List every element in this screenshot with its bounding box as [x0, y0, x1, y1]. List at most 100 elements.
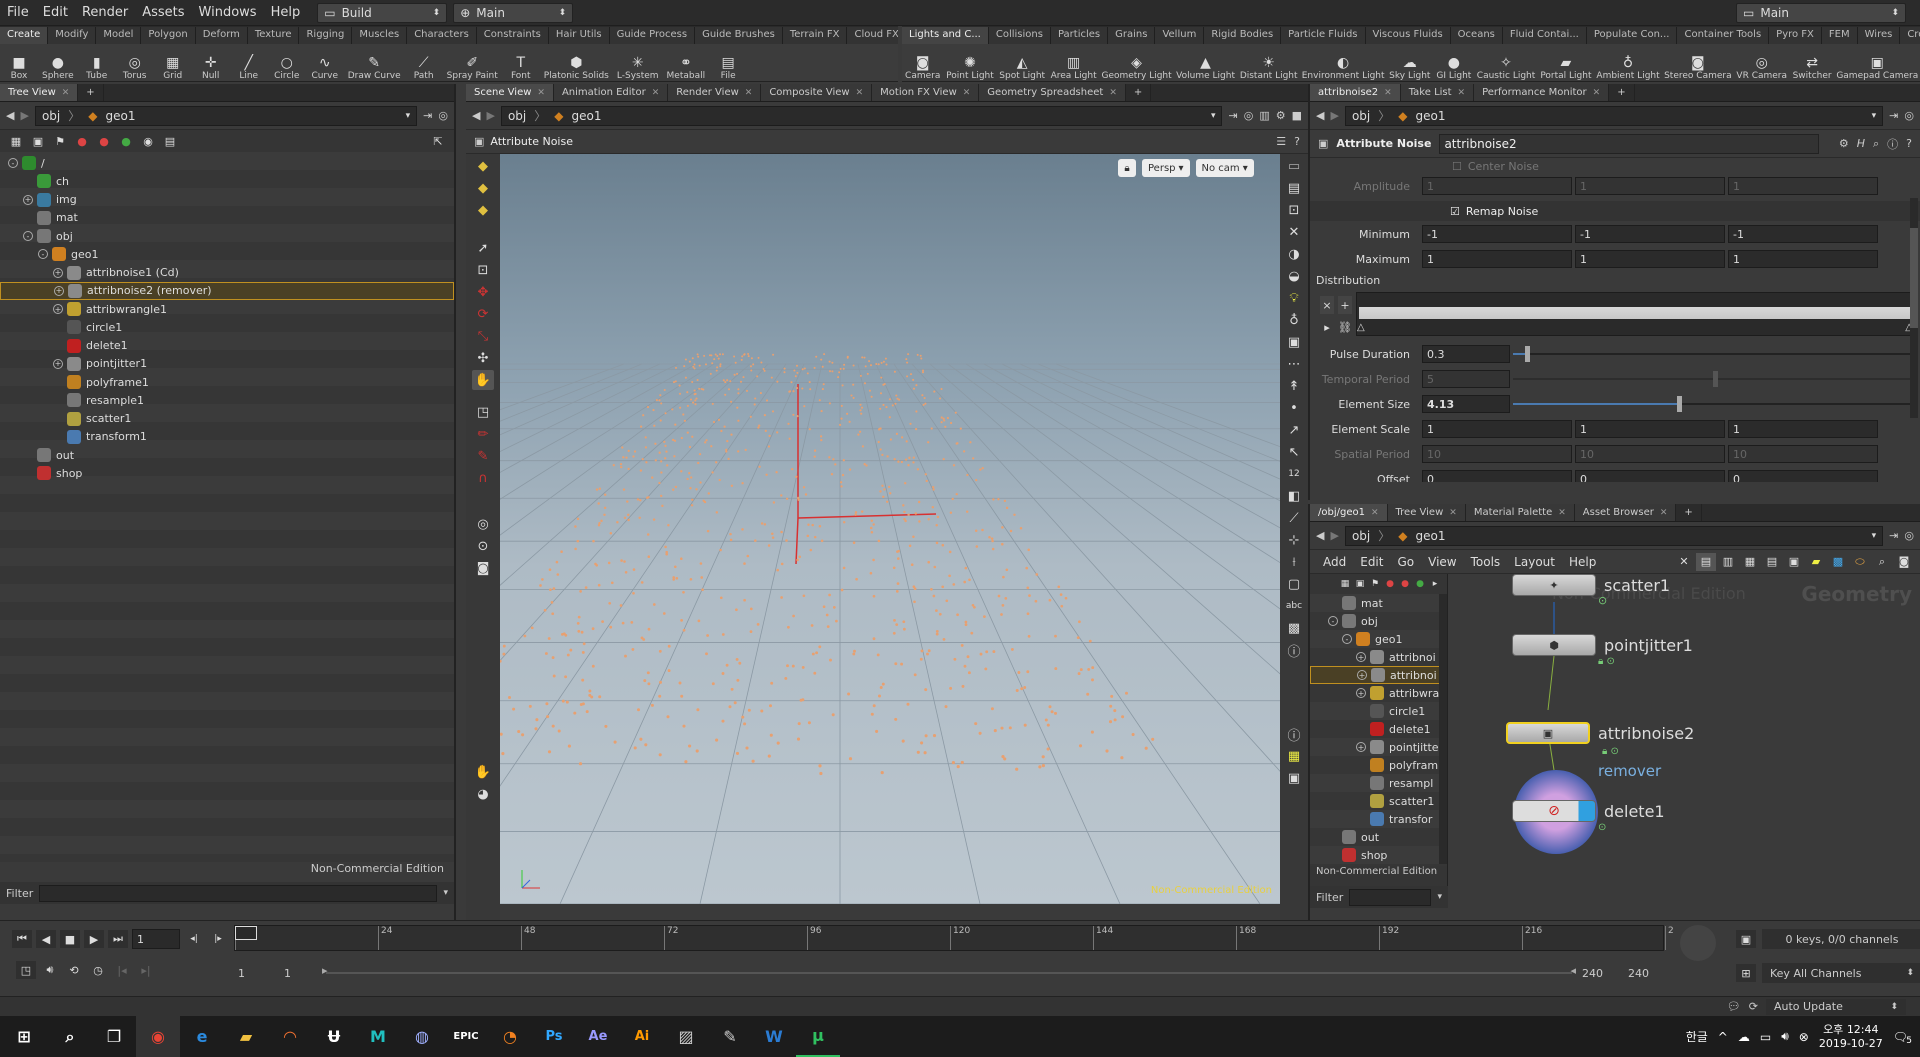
shelf-tab-7[interactable]: Muscles	[352, 27, 408, 44]
wrench-icon[interactable]: ✕	[1674, 553, 1694, 571]
element-scale-x[interactable]: 1	[1422, 420, 1572, 438]
expand-icon[interactable]: +	[54, 285, 64, 296]
slider-handle[interactable]	[1524, 346, 1530, 362]
utorrent-icon[interactable]: µ	[796, 1016, 840, 1057]
tree-item[interactable]: + attribwra	[1310, 684, 1447, 702]
tree-item[interactable]: - geo1	[1310, 630, 1447, 648]
range-start2-field[interactable]: 1	[280, 964, 320, 982]
pane-tab[interactable]: attribnoise2 ✕	[1310, 84, 1401, 101]
tree-item[interactable]: out	[1310, 828, 1447, 846]
offset-x[interactable]: 0	[1422, 470, 1572, 482]
select-tool-icon[interactable]: ◆	[472, 156, 494, 176]
tree-item[interactable]: polyframe1	[0, 373, 454, 391]
node-pointjitter1[interactable]: ⬢ pointjitter1	[1512, 634, 1693, 656]
tree-item[interactable]: transfor	[1310, 810, 1447, 828]
shelf-tab-1[interactable]: Collisions	[988, 27, 1051, 44]
lock-view-icon[interactable]: ⊡	[1283, 200, 1305, 220]
channel-icon[interactable]: ▣	[1736, 930, 1756, 948]
pane-tab[interactable]: Render View ✕	[668, 84, 762, 101]
viewport-path-field[interactable]: obj 〉 ◆ geo1 ▾	[500, 105, 1223, 126]
lock-camera-icon[interactable]: 🔒︎	[1118, 159, 1136, 177]
chevron-down-icon[interactable]: ▾	[1211, 111, 1216, 121]
maximize-icon[interactable]: ■	[1292, 109, 1302, 122]
chevron-up-icon[interactable]: ^	[1718, 1030, 1728, 1044]
dot-icon[interactable]: •	[1283, 398, 1305, 418]
tools-icon[interactable]: ⚙	[1276, 109, 1286, 122]
close-icon[interactable]: ✕	[1384, 88, 1392, 98]
notification-icon[interactable]: 💬︎	[1727, 1000, 1741, 1013]
chevron-down-icon[interactable]: ▾	[1437, 892, 1442, 902]
search-icon[interactable]: ⌕	[1872, 553, 1892, 571]
forward-arrow-icon[interactable]: ▶	[486, 109, 494, 122]
shelf-tab-7[interactable]: Viscous Fluids	[1365, 27, 1451, 44]
mini-tree-scrollbar[interactable]	[1439, 594, 1447, 864]
menu-item-file[interactable]: File	[0, 5, 36, 20]
shelf-tool-switcher[interactable]: ⇄ Switcher	[1790, 44, 1835, 81]
slider-handle[interactable]	[1676, 396, 1682, 412]
volume-icon[interactable]: 🔊︎	[1781, 1029, 1789, 1044]
tree-item[interactable]: + img	[0, 191, 454, 209]
display-options-icon[interactable]: ☰	[1276, 135, 1286, 148]
menu-item-render[interactable]: Render	[75, 5, 135, 20]
shelf-tool-line[interactable]: ╱ Line	[230, 44, 268, 81]
info-icon[interactable]: ⓘ	[1887, 136, 1898, 152]
language-indicator[interactable]: 한글	[1686, 1028, 1708, 1045]
lock-icon[interactable]: ●	[1413, 575, 1427, 593]
hda-icon[interactable]: H	[1857, 137, 1865, 150]
layout-icon[interactable]: ▥	[1259, 109, 1269, 122]
slider-handle[interactable]	[1712, 371, 1718, 387]
tree-view-icon[interactable]: ▥	[1718, 553, 1738, 571]
spatial-period-x[interactable]: 10	[1422, 445, 1572, 463]
word-icon[interactable]: W	[752, 1016, 796, 1057]
refresh-icon[interactable]: ⟳	[1749, 1000, 1758, 1013]
range-start-field[interactable]: 1	[234, 964, 274, 982]
chrome-icon[interactable]: ◉	[136, 1016, 180, 1057]
range-handle-left[interactable]: ▸	[322, 964, 328, 977]
tree-item[interactable]: circle1	[0, 318, 454, 336]
remap-noise-toggle[interactable]: ☑ Remap Noise	[1310, 201, 1920, 221]
sticky-note-icon[interactable]: ▰	[1806, 553, 1826, 571]
close-icon[interactable]: ✕	[745, 88, 753, 98]
tree-item[interactable]: transform1	[0, 428, 454, 446]
pane-tab[interactable]: /obj/geo1 ✕	[1310, 504, 1388, 521]
tree-item[interactable]: mat	[1310, 594, 1447, 612]
shelf-tool-path[interactable]: ⟋ Path	[405, 44, 443, 81]
action-center-icon[interactable]: 🗨︎ 5	[1893, 1030, 1912, 1046]
shelf-tab-11[interactable]: Guide Process	[609, 27, 696, 44]
persp-menu[interactable]: Persp ▾	[1142, 159, 1190, 177]
expand-icon[interactable]: +	[1356, 742, 1366, 752]
search-icon[interactable]: ⌕	[48, 1016, 92, 1057]
backface-icon[interactable]: ♁	[1283, 310, 1305, 330]
network-box-icon[interactable]: ⬭	[1850, 553, 1870, 571]
pin-icon[interactable]: ⇥	[423, 109, 432, 122]
shelf-tab-4[interactable]: Vellum	[1155, 27, 1205, 44]
spatial-period-z[interactable]: 10	[1728, 445, 1878, 463]
minimum-x[interactable]: -1	[1422, 225, 1572, 243]
shelf-tool-box[interactable]: ■ Box	[0, 44, 38, 81]
network-menu-go[interactable]: Go	[1390, 555, 1421, 569]
forward-arrow-icon[interactable]: ▶	[1330, 109, 1338, 122]
shelf-tool-volume-light[interactable]: ▲ Volume Light	[1174, 44, 1238, 81]
menu-item-edit[interactable]: Edit	[36, 5, 75, 20]
close-icon[interactable]: ✕	[1458, 88, 1466, 98]
pane-tab[interactable]: Animation Editor ✕	[553, 84, 669, 101]
pane-tab[interactable]: Tree View ✕	[1387, 504, 1466, 521]
shelf-tool-curve[interactable]: ∿ Curve	[306, 44, 344, 81]
offset-z[interactable]: 0	[1728, 470, 1878, 482]
audio-icon[interactable]: 🔊︎	[40, 961, 60, 979]
close-icon[interactable]: ✕	[1371, 508, 1379, 518]
expand-icon[interactable]: +	[1357, 670, 1367, 680]
close-icon[interactable]: ✕	[62, 88, 70, 98]
shelf-tool-sphere[interactable]: ● Sphere	[38, 44, 78, 81]
windows-start-icon[interactable]: ⊞	[0, 1016, 48, 1057]
path-geo1[interactable]: geo1	[1415, 109, 1445, 123]
link-icon[interactable]: ◎	[1904, 529, 1914, 542]
add-tab-button[interactable]: +	[1126, 84, 1152, 101]
shelf-tool-torus[interactable]: ◎ Torus	[116, 44, 154, 81]
shelf-tool-spray-paint[interactable]: ✐ Spray Paint	[443, 44, 502, 81]
shelf-tool-draw-curve[interactable]: ✎ Draw Curve	[344, 44, 405, 81]
translate-icon[interactable]: ✥	[472, 282, 494, 302]
viewport-canvas[interactable]: 🔒︎ Persp ▾ No cam ▾ Non-Commercial Edition	[500, 154, 1280, 904]
link-icon[interactable]: ◎	[1244, 109, 1254, 122]
monitor-icon[interactable]: ▭	[1760, 1030, 1771, 1044]
